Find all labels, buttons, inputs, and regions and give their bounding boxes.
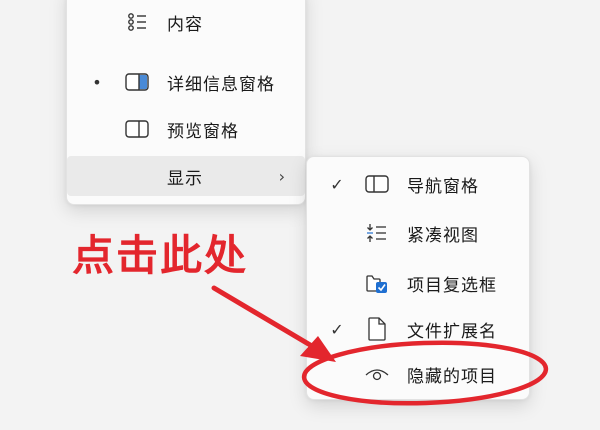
menu-item-label: 内容 <box>167 14 203 35</box>
content-list-icon <box>125 11 149 33</box>
show-submenu: ✓ 导航窗格 紧凑视图 项目复选框 ✓ 文件扩展名 隐藏的项目 <box>306 156 530 400</box>
menu-item-label: 显示 <box>167 168 203 189</box>
selected-bullet: • <box>92 72 102 92</box>
submenu-item-hidden-items[interactable]: 隐藏的项目 <box>307 354 529 394</box>
menu-item-content[interactable]: 内容 <box>67 2 305 42</box>
submenu-item-label: 导航窗格 <box>407 176 479 197</box>
menu-item-label: 预览窗格 <box>167 121 239 142</box>
menu-item-show[interactable]: 显示 › <box>67 156 305 196</box>
checkmark-icon: ✓ <box>330 319 344 339</box>
submenu-item-label: 文件扩展名 <box>407 321 497 342</box>
submenu-item-label: 紧凑视图 <box>407 225 479 246</box>
submenu-item-navigation-pane[interactable]: ✓ 导航窗格 <box>307 164 529 204</box>
details-pane-icon <box>125 71 149 93</box>
menu-item-details-pane[interactable]: • 详细信息窗格 <box>67 62 305 102</box>
eye-icon <box>365 363 389 385</box>
submenu-item-label: 项目复选框 <box>407 275 497 296</box>
compact-view-icon <box>365 222 389 244</box>
item-checkbox-icon <box>365 272 389 294</box>
preview-pane-icon <box>125 118 149 140</box>
checkmark-icon: ✓ <box>330 174 344 194</box>
submenu-item-item-checkboxes[interactable]: 项目复选框 <box>307 263 529 303</box>
view-menu: 内容 • 详细信息窗格 预览窗格 显示 › <box>66 0 306 205</box>
menu-item-label: 详细信息窗格 <box>167 74 275 95</box>
file-extension-icon <box>365 317 389 341</box>
submenu-item-compact-view[interactable]: 紧凑视图 <box>307 213 529 253</box>
menu-item-preview-pane[interactable]: 预览窗格 <box>67 109 305 149</box>
submenu-item-label: 隐藏的项目 <box>407 366 497 387</box>
callout-text: 点击此处 <box>72 231 249 280</box>
navigation-pane-icon <box>365 173 389 195</box>
submenu-item-file-extensions[interactable]: ✓ 文件扩展名 <box>307 309 529 349</box>
chevron-right-icon: › <box>278 166 285 186</box>
